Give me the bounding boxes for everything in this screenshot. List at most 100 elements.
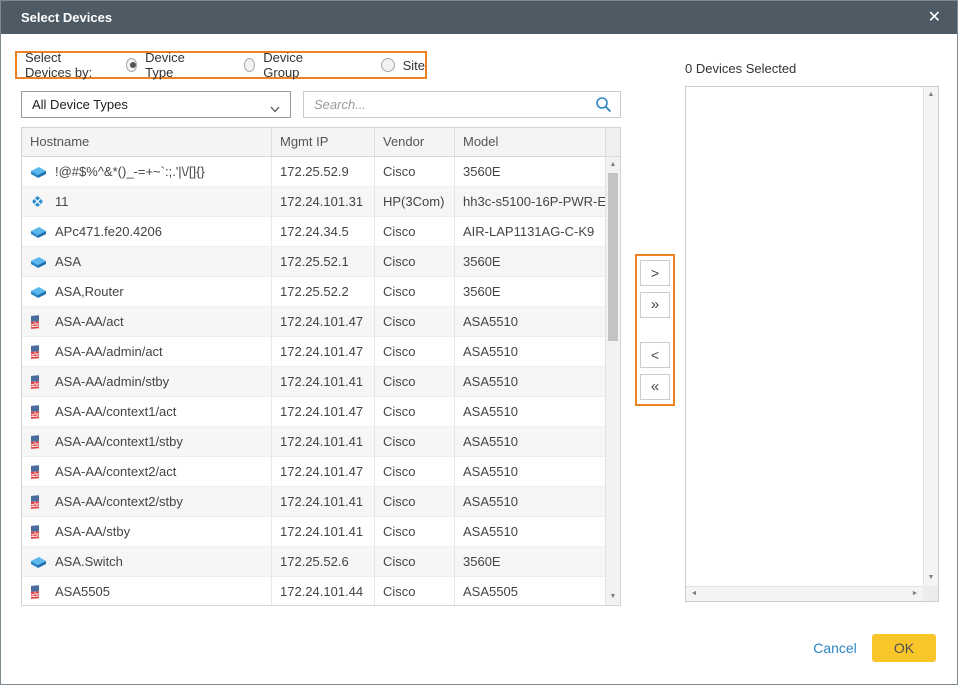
firewall-icon (30, 314, 48, 330)
scroll-up-icon[interactable]: ▲ (924, 88, 938, 102)
firewall-icon (30, 494, 48, 510)
table-row[interactable]: ASA-AA/act172.24.101.47CiscoASA5510 (22, 307, 605, 337)
hostname-cell: 11 (22, 187, 272, 216)
table-row[interactable]: ASA 172.25.52.1Cisco3560E (22, 247, 605, 277)
move-selected-right-button[interactable]: > (640, 260, 670, 286)
mgmt-ip-cell: 172.24.101.47 (272, 337, 375, 366)
mgmt-ip-cell: 172.24.101.47 (272, 457, 375, 486)
firewall-icon (30, 404, 48, 420)
hostname-cell: ASA-AA/act (22, 307, 272, 336)
scroll-down-icon[interactable]: ▼ (606, 590, 620, 604)
mgmt-ip-cell: 172.25.52.1 (272, 247, 375, 276)
hostname-text: ASA (55, 247, 81, 276)
table-row[interactable]: ASA-AA/stby172.24.101.41CiscoASA5510 (22, 517, 605, 547)
vendor-cell: Cisco (375, 457, 455, 486)
panel-vertical-scrollbar[interactable]: ▲ ▼ (923, 87, 938, 586)
select-by-label: Select Devices by: (25, 50, 110, 80)
hostname-text: ASA-AA/act (55, 307, 124, 336)
hostname-text: ASA-AA/context1/act (55, 397, 176, 426)
search-input[interactable] (304, 92, 584, 117)
radio-device-type[interactable]: Device Type (126, 50, 200, 80)
table-vertical-scrollbar[interactable]: ▲ ▼ (605, 157, 620, 605)
switch-icon (30, 285, 48, 298)
switch-icon (30, 555, 48, 568)
router-icon (30, 194, 48, 209)
model-cell: hh3c-s5100-16P-PWR-EI (455, 187, 605, 216)
table-row[interactable]: ASA-AA/context1/stby172.24.101.41CiscoAS… (22, 427, 605, 457)
table-row[interactable]: ASA-AA/context2/stby172.24.101.41CiscoAS… (22, 487, 605, 517)
table-row[interactable]: 11172.24.101.31HP(3Com)hh3c-s5100-16P-PW… (22, 187, 605, 217)
search-icon[interactable] (595, 96, 612, 118)
hostname-cell: ASA-AA/admin/act (22, 337, 272, 366)
device-table-body: !@#$%^&*()_-=+~`:;.'|\/[]{}172.25.52.9Ci… (22, 157, 605, 605)
table-row[interactable]: ASA,Router172.25.52.2Cisco3560E (22, 277, 605, 307)
model-cell: 3560E (455, 247, 605, 276)
hostname-text: ASA-AA/context2/act (55, 457, 176, 486)
hostname-text: ASA-AA/admin/act (55, 337, 163, 366)
mgmt-ip-cell: 172.24.101.31 (272, 187, 375, 216)
column-header-mgmt-ip[interactable]: Mgmt IP (272, 128, 375, 156)
panel-horizontal-scrollbar[interactable]: ◄ ► (686, 586, 923, 601)
radio-button-icon[interactable] (126, 58, 137, 72)
column-header-model[interactable]: Model (455, 128, 605, 156)
device-type-dropdown-value: All Device Types (32, 97, 128, 112)
hostname-cell: APc471.fe20.4206 (22, 217, 272, 246)
vendor-cell: Cisco (375, 577, 455, 605)
radio-site[interactable]: Site (381, 58, 425, 73)
header-scroll-spacer (605, 128, 620, 156)
search-box (303, 91, 621, 118)
selected-devices-panel[interactable]: ▲ ▼ ◄ ► (685, 86, 939, 602)
move-selected-left-button[interactable]: < (640, 342, 670, 368)
select-devices-by-group: Select Devices by: Device Type Device Gr… (15, 51, 427, 79)
model-cell: ASA5510 (455, 397, 605, 426)
scroll-down-icon[interactable]: ▼ (924, 571, 938, 585)
hostname-text: APc471.fe20.4206 (55, 217, 162, 246)
radio-device-group-label: Device Group (263, 50, 324, 80)
table-row[interactable]: ASA5505172.24.101.44CiscoASA5505 (22, 577, 605, 605)
select-devices-dialog: Select Devices ✕ Select Devices by: Devi… (0, 0, 958, 685)
dialog-title: Select Devices (21, 1, 112, 34)
mgmt-ip-cell: 172.25.52.9 (272, 157, 375, 186)
vendor-cell: Cisco (375, 397, 455, 426)
model-cell: ASA5510 (455, 367, 605, 396)
vendor-cell: Cisco (375, 247, 455, 276)
vendor-cell: Cisco (375, 157, 455, 186)
mgmt-ip-cell: 172.24.101.44 (272, 577, 375, 605)
scroll-right-icon[interactable]: ► (908, 587, 922, 601)
hostname-cell: !@#$%^&*()_-=+~`:;.'|\/[]{} (22, 157, 272, 186)
chevron-down-icon (269, 98, 281, 123)
table-row[interactable]: APc471.fe20.4206172.24.34.5CiscoAIR-LAP1… (22, 217, 605, 247)
mgmt-ip-cell: 172.24.101.47 (272, 307, 375, 336)
ok-button[interactable]: OK (872, 634, 936, 662)
scroll-left-icon[interactable]: ◄ (687, 587, 701, 601)
table-row[interactable]: ASA-AA/admin/stby172.24.101.41CiscoASA55… (22, 367, 605, 397)
vendor-cell: Cisco (375, 487, 455, 516)
move-all-left-button[interactable]: « (640, 374, 670, 400)
model-cell: ASA5510 (455, 487, 605, 516)
hostname-text: !@#$%^&*()_-=+~`:;.'|\/[]{} (55, 157, 205, 186)
scroll-up-icon[interactable]: ▲ (606, 158, 620, 172)
column-header-hostname[interactable]: Hostname (22, 128, 272, 156)
radio-device-group[interactable]: Device Group (244, 50, 325, 80)
hostname-text: ASA-AA/admin/stby (55, 367, 169, 396)
radio-button-icon[interactable] (244, 58, 255, 72)
close-icon[interactable]: ✕ (928, 1, 941, 34)
table-row[interactable]: !@#$%^&*()_-=+~`:;.'|\/[]{} 172.25.52.9Ci… (22, 157, 605, 187)
firewall-icon (30, 524, 48, 540)
scrollbar-thumb[interactable] (608, 173, 618, 341)
column-header-vendor[interactable]: Vendor (375, 128, 455, 156)
move-all-right-button[interactable]: » (640, 292, 670, 318)
hostname-cell: ASA-AA/context2/stby (22, 487, 272, 516)
device-type-dropdown[interactable]: All Device Types (21, 91, 291, 118)
table-row[interactable]: ASA-AA/admin/act172.24.101.47CiscoASA551… (22, 337, 605, 367)
model-cell: 3560E (455, 157, 605, 186)
table-row[interactable]: ASA-AA/context2/act172.24.101.47CiscoASA… (22, 457, 605, 487)
table-row[interactable]: ASA-AA/context1/act172.24.101.47CiscoASA… (22, 397, 605, 427)
mgmt-ip-cell: 172.24.101.41 (272, 487, 375, 516)
cancel-button[interactable]: Cancel (807, 634, 863, 662)
table-row[interactable]: ASA.Switch172.25.52.6Cisco3560E (22, 547, 605, 577)
firewall-icon (30, 584, 48, 600)
mgmt-ip-cell: 172.24.101.41 (272, 517, 375, 546)
radio-button-icon[interactable] (381, 58, 395, 72)
model-cell: ASA5505 (455, 577, 605, 605)
